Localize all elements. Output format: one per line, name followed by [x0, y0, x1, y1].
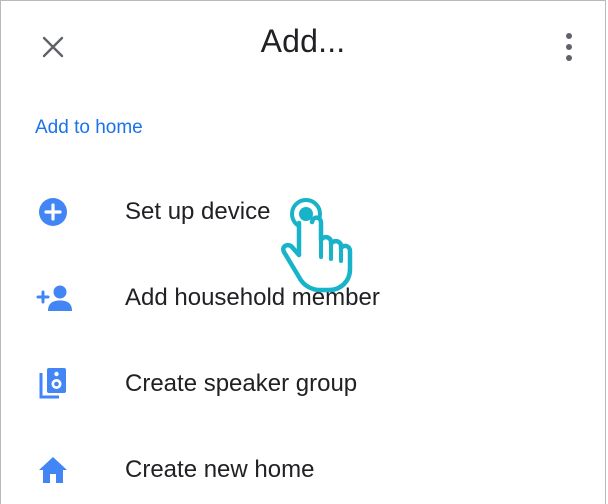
- app-bar: Add...: [1, 1, 605, 89]
- menu-item-add-household-member[interactable]: Add household member: [1, 255, 605, 341]
- page-title: Add...: [260, 23, 346, 59]
- section-header: Add to home: [35, 117, 143, 138]
- add-dialog: Add... Add to home Set up device Add hou…: [0, 0, 606, 504]
- menu-item-create-speaker-group[interactable]: Create speaker group: [1, 341, 605, 427]
- menu-item-label: Create new home: [125, 456, 315, 483]
- add-circle-icon: [31, 190, 75, 234]
- menu-item-set-up-device[interactable]: Set up device: [1, 169, 605, 255]
- more-vert-icon: [566, 33, 572, 61]
- more-options-button[interactable]: [547, 25, 591, 69]
- speaker-group-icon: [31, 362, 75, 406]
- add-person-icon: [31, 276, 75, 320]
- menu-item-label: Set up device: [125, 198, 271, 225]
- home-icon: [31, 448, 75, 492]
- menu-item-label: Add household member: [125, 284, 380, 311]
- menu-item-label: Create speaker group: [125, 370, 358, 397]
- menu-item-create-new-home[interactable]: Create new home: [1, 427, 605, 504]
